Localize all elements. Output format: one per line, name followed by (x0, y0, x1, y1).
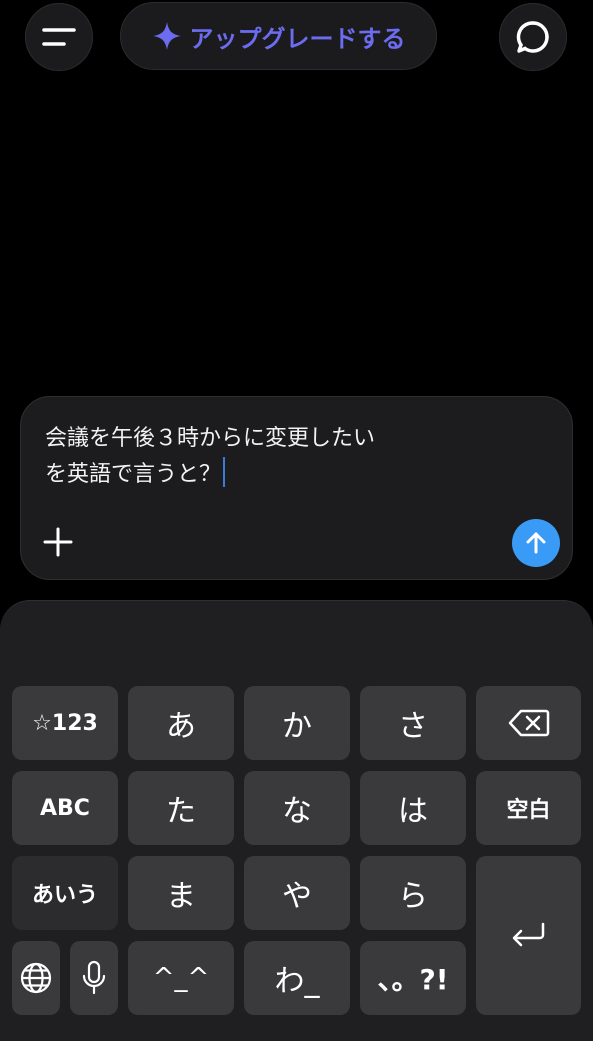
plus-icon (43, 527, 73, 557)
key-return[interactable] (476, 856, 581, 1015)
refresh-chat-icon (516, 21, 549, 53)
key-ka[interactable]: か (244, 686, 350, 760)
key-globe[interactable] (12, 941, 60, 1015)
key-space[interactable]: 空白 (476, 771, 581, 845)
key-a[interactable]: あ (128, 686, 234, 760)
key-punctuation[interactable]: 、。?! (360, 941, 466, 1015)
key-ha[interactable]: は (360, 771, 466, 845)
arrow-up-icon (526, 532, 546, 554)
key-sa[interactable]: さ (360, 686, 466, 760)
upgrade-button[interactable]: アップグレードする (120, 2, 437, 70)
text-caret (223, 457, 226, 487)
backspace-icon (508, 709, 549, 737)
attach-button[interactable] (41, 525, 75, 559)
microphone-icon (82, 960, 106, 995)
key-wa[interactable]: わ_ (244, 941, 350, 1015)
key-ya[interactable]: や (244, 856, 350, 930)
key-ma[interactable]: ま (128, 856, 234, 930)
message-input-text: 会議を午後３時からに変更したい を英語で言うと？ (45, 426, 376, 487)
key-kana-mode[interactable]: あいう (12, 856, 118, 930)
return-icon (512, 922, 544, 946)
key-abc[interactable]: ABC (12, 771, 118, 845)
key-microphone[interactable] (70, 941, 118, 1015)
key-backspace[interactable] (476, 686, 581, 760)
key-kaomoji[interactable]: ^_^ (128, 941, 234, 1015)
upgrade-label: アップグレードする (189, 24, 406, 53)
sparkle-icon (152, 22, 181, 50)
key-ta[interactable]: た (128, 771, 234, 845)
key-ra[interactable]: ら (360, 856, 466, 930)
key-na[interactable]: な (244, 771, 350, 845)
globe-icon (20, 962, 52, 994)
new-chat-button[interactable] (499, 3, 567, 71)
menu-button[interactable] (25, 3, 93, 71)
menu-icon (42, 28, 76, 46)
message-composer[interactable]: 会議を午後３時からに変更したい を英語で言うと？ (20, 396, 573, 580)
send-button[interactable] (512, 519, 560, 567)
key-symbols[interactable]: ☆123 (12, 686, 118, 760)
message-input[interactable]: 会議を午後３時からに変更したい を英語で言うと？ (45, 421, 525, 493)
